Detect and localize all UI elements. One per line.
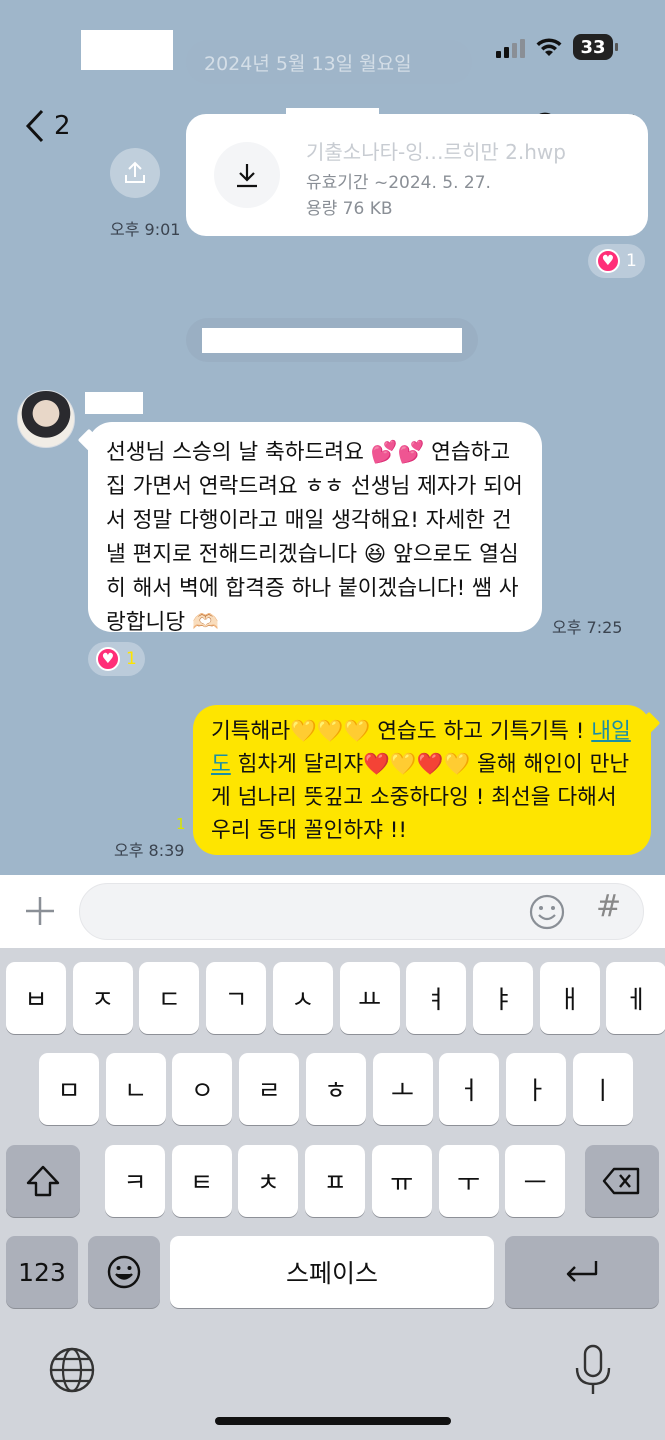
key-5-row1[interactable]: ㅅ: [272, 962, 333, 1034]
outgoing-text-part2: 힘차게 달리쟈❤️💛❤️💛 올해 해인이 만난게 넘나리 뜻깊고 소중하다잉 !…: [211, 752, 630, 843]
upload-icon: [125, 161, 145, 183]
file-reaction[interactable]: ♥ 1: [588, 244, 645, 278]
message-bubble-outgoing[interactable]: 기특해라💛💛💛 연습도 하고 기특기특 ! 내일도 힘차게 달리쟈❤️💛❤️💛 …: [193, 705, 651, 855]
status-icons: 33: [496, 34, 618, 60]
message-bubble-incoming[interactable]: 선생님 스승의 날 축하드려요 💕💕 연습하고 집 가면서 연락드려요 ㅎㅎ 선…: [88, 422, 542, 635]
download-button[interactable]: [214, 142, 280, 208]
share-button[interactable]: [110, 148, 160, 198]
backspace-icon: [602, 1167, 640, 1195]
key-4-row2[interactable]: ㄹ: [239, 1053, 300, 1125]
key-3-row1[interactable]: ㄷ: [139, 962, 200, 1034]
reaction-count: 1: [126, 649, 137, 669]
heart-icon: ♥: [96, 647, 120, 671]
home-indicator: [215, 1417, 451, 1425]
key-3-row3[interactable]: ㅊ: [238, 1145, 299, 1217]
reaction-count: 1: [626, 251, 637, 271]
file-message[interactable]: 기출소나타-잉…르히만 2.hwp 유효기간 ~2024. 5. 27. 용량 …: [186, 114, 648, 236]
numbers-key[interactable]: 123: [6, 1236, 78, 1308]
key-9-row1[interactable]: ㅐ: [539, 962, 600, 1034]
key-1-row1[interactable]: ㅂ: [6, 962, 66, 1034]
dictation-key[interactable]: [572, 1344, 614, 1396]
globe-key[interactable]: [48, 1346, 96, 1394]
key-5-row2[interactable]: ㅎ: [305, 1053, 366, 1125]
outgoing-message-time: 오후 8:39: [114, 841, 185, 860]
sender-name-redacted: [85, 392, 143, 414]
file-time: 오후 9:01: [110, 220, 181, 239]
avatar[interactable]: [17, 390, 75, 448]
key-5-row3[interactable]: ㅠ: [371, 1145, 432, 1217]
signal-icon: [496, 36, 525, 58]
key-2-row2[interactable]: ㄴ: [105, 1053, 166, 1125]
file-name: 기출소나타-잉…르히만 2.hwp: [306, 140, 566, 164]
key-8-row2[interactable]: ㅏ: [505, 1053, 566, 1125]
key-10-row1[interactable]: ㅔ: [606, 962, 665, 1034]
globe-icon: [49, 1347, 95, 1393]
read-count: 1: [176, 815, 186, 833]
key-4-row1[interactable]: ㄱ: [206, 962, 267, 1034]
incoming-reaction[interactable]: ♥ 1: [88, 642, 145, 676]
return-icon: [566, 1261, 598, 1282]
unread-count: 2: [54, 111, 71, 141]
return-key[interactable]: [505, 1236, 659, 1308]
status-time-redacted: [81, 30, 173, 70]
outgoing-text-part1: 기특해라💛💛💛 연습도 하고 기특기특 !: [211, 719, 592, 744]
system-notice-redacted: [186, 318, 478, 362]
key-7-row3[interactable]: ㅡ: [505, 1145, 566, 1217]
plus-icon[interactable]: [22, 893, 58, 929]
key-8-row1[interactable]: ㅑ: [472, 962, 533, 1034]
key-1-row3[interactable]: ㅋ: [105, 1145, 165, 1217]
microphone-icon: [575, 1344, 611, 1394]
key-6-row1[interactable]: ㅛ: [339, 962, 400, 1034]
chat-area: 2024년 5월 13일 월요일 33 2 기출소나타-잉…르히만 2.hwp: [0, 0, 665, 875]
hashtag-button[interactable]: #: [596, 889, 621, 924]
incoming-message-time: 오후 7:25: [552, 618, 623, 637]
key-2-row1[interactable]: ㅈ: [72, 962, 133, 1034]
back-button[interactable]: 2: [24, 108, 71, 144]
emoji-key[interactable]: [88, 1236, 160, 1308]
backspace-key[interactable]: [585, 1145, 659, 1217]
key-6-row3[interactable]: ㅜ: [438, 1145, 499, 1217]
download-icon: [237, 164, 257, 188]
emoji-icon[interactable]: [528, 893, 566, 931]
battery-icon: 33: [573, 34, 618, 60]
incoming-message-text: 선생님 스승의 날 축하드려요 💕💕 연습하고 집 가면서 연락드려요 ㅎㅎ 선…: [106, 440, 523, 635]
key-6-row2[interactable]: ㅗ: [372, 1053, 433, 1125]
date-banner-text: 2024년 5월 13일 월요일: [204, 52, 412, 75]
key-9-row2[interactable]: ㅣ: [572, 1053, 633, 1125]
keyboard: ㅂㅈㄷㄱㅅㅛㅕㅑㅐㅔㅁㄴㅇㄹㅎㅗㅓㅏㅣㅋㅌㅊㅍㅠㅜㅡ 123 스페이스: [0, 948, 665, 1440]
shift-key[interactable]: [6, 1145, 80, 1217]
battery-level: 33: [580, 36, 606, 58]
key-7-row1[interactable]: ㅕ: [406, 962, 467, 1034]
key-3-row2[interactable]: ㅇ: [172, 1053, 233, 1125]
file-expiry: 유효기간 ~2024. 5. 27.: [306, 173, 491, 193]
key-7-row2[interactable]: ㅓ: [439, 1053, 500, 1125]
smiley-icon: [107, 1255, 141, 1289]
file-size: 용량 76 KB: [306, 199, 393, 219]
chevron-left-icon: [25, 109, 44, 143]
shift-icon: [26, 1165, 60, 1197]
date-banner: 2024년 5월 13일 월요일: [186, 40, 472, 84]
heart-icon: ♥: [596, 249, 620, 273]
key-2-row3[interactable]: ㅌ: [171, 1145, 232, 1217]
key-4-row3[interactable]: ㅍ: [305, 1145, 366, 1217]
space-key[interactable]: 스페이스: [170, 1236, 494, 1308]
key-1-row2[interactable]: ㅁ: [39, 1053, 99, 1125]
wifi-icon: [536, 38, 562, 56]
input-bar: #: [0, 875, 665, 948]
